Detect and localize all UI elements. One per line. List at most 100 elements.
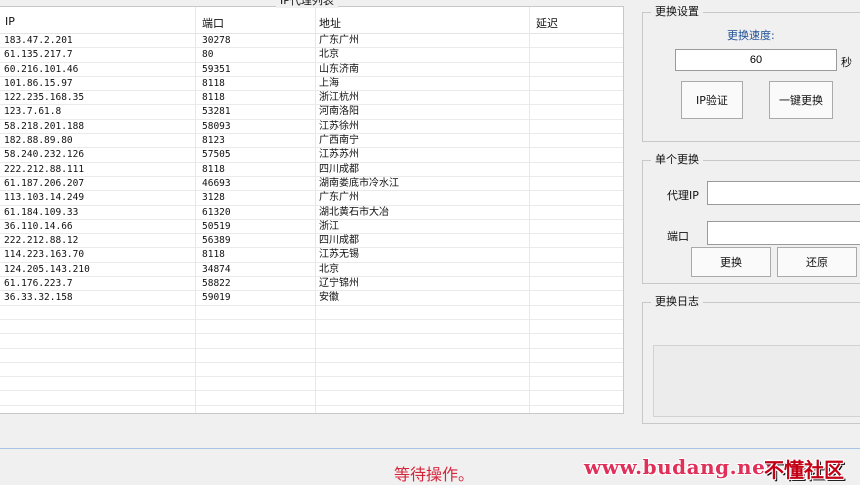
table-row[interactable]: 36.110.14.66 50519 浙江 <box>0 220 623 235</box>
port-cell: 80 <box>202 49 214 61</box>
empty-row <box>0 320 623 335</box>
address-cell: 辽宁锦州 <box>319 278 359 290</box>
address-cell: 广东广州 <box>319 35 359 46</box>
empty-row <box>0 349 623 363</box>
table-row[interactable]: 182.88.89.80 8123 广西南宁 <box>0 134 623 149</box>
ip-cell: 183.47.2.201 <box>4 35 73 46</box>
table-row[interactable]: 122.235.168.35 8118 浙江杭州 <box>0 91 623 106</box>
switch-button[interactable]: 更换 <box>691 247 771 277</box>
ip-cell: 182.88.89.80 <box>4 135 73 147</box>
table-row[interactable]: 58.240.232.126 57505 江苏苏州 <box>0 148 623 163</box>
table-row[interactable]: 58.218.201.188 58093 江苏徐州 <box>0 120 623 135</box>
address-cell: 江苏徐州 <box>319 120 359 132</box>
address-cell: 四川成都 <box>319 163 359 175</box>
port-cell: 34874 <box>202 263 231 275</box>
address-cell: 江苏苏州 <box>319 149 359 161</box>
port-label: 端口 <box>667 230 689 243</box>
status-bar: 等待操作。 www.budang.net 不懂社区 <box>0 448 860 485</box>
port-cell: 3128 <box>202 192 225 204</box>
port-cell: 8118 <box>202 92 225 104</box>
table-row[interactable]: 222.212.88.111 8118 四川成都 <box>0 163 623 177</box>
ip-cell: 36.110.14.66 <box>4 220 73 232</box>
empty-row <box>0 306 623 320</box>
restore-button[interactable]: 还原 <box>777 247 857 277</box>
watermark-site: www.budang.net <box>584 455 776 479</box>
ip-cell: 222.212.88.111 <box>4 163 85 175</box>
ip-cell: 123.7.61.8 <box>4 106 62 118</box>
speed-unit-label: 秒 <box>841 56 852 69</box>
single-switch-group: 单个更换 代理IP 端口 更换 还原 <box>642 153 860 284</box>
table-row[interactable]: 101.86.15.97 8118 上海 <box>0 77 623 92</box>
port-cell: 8118 <box>202 77 225 89</box>
ip-cell: 58.240.232.126 <box>4 149 85 161</box>
ip-cell: 124.205.143.210 <box>4 263 90 275</box>
column-header-ip[interactable]: IP <box>5 15 15 28</box>
address-cell: 湖南娄底市冷水江 <box>319 177 399 189</box>
switch-settings-group: 更换设置 更换速度: 秒 IP验证 一键更换 <box>642 5 860 142</box>
empty-row <box>0 363 623 378</box>
status-text: 等待操作。 <box>394 465 475 484</box>
table-row[interactable]: 60.216.101.46 59351 山东济南 <box>0 63 623 77</box>
watermark-brand: 不懂社区 <box>764 458 844 482</box>
address-cell: 湖北黄石市大冶 <box>319 206 389 218</box>
table-row[interactable]: 61.187.206.207 46693 湖南娄底市冷水江 <box>0 177 623 192</box>
ip-cell: 61.176.223.7 <box>4 278 73 290</box>
address-cell: 江苏无锡 <box>319 249 359 261</box>
ip-cell: 61.135.217.7 <box>4 49 73 61</box>
ip-cell: 114.223.163.70 <box>4 249 85 261</box>
table-row[interactable]: 61.135.217.7 80 北京 <box>0 48 623 63</box>
table-row[interactable]: 183.47.2.201 30278 广东广州 <box>0 34 623 49</box>
proxy-list-group: IP 端口 地址 延迟 183.47.2.201 30278 广东广州 61.135.… <box>0 0 630 416</box>
table-row[interactable]: 36.33.32.158 59019 安徽 <box>0 291 623 306</box>
proxy-list-view[interactable]: IP 端口 地址 延迟 183.47.2.201 30278 广东广州 61.135.… <box>0 6 624 414</box>
table-row[interactable]: 113.103.14.249 3128 广东广州 <box>0 191 623 206</box>
address-cell: 广东广州 <box>319 192 359 204</box>
column-header-port[interactable]: 端口 <box>202 15 224 31</box>
switch-settings-title: 更换设置 <box>651 5 703 19</box>
ip-cell: 36.33.32.158 <box>4 292 73 304</box>
empty-row <box>0 377 623 392</box>
speed-input[interactable] <box>675 49 837 71</box>
column-header-delay[interactable]: 延迟 <box>536 15 558 31</box>
port-cell: 58822 <box>202 278 231 290</box>
ip-cell: 61.187.206.207 <box>4 177 85 189</box>
ip-cell: 61.184.109.33 <box>4 206 79 218</box>
port-cell: 30278 <box>202 35 231 46</box>
port-cell: 8118 <box>202 163 225 175</box>
empty-row <box>0 391 623 406</box>
port-cell: 61320 <box>202 206 231 218</box>
port-cell: 56389 <box>202 235 231 247</box>
port-input[interactable] <box>707 221 860 245</box>
ip-verify-button[interactable]: IP验证 <box>681 81 743 119</box>
table-row[interactable]: 124.205.143.210 34874 北京 <box>0 263 623 278</box>
address-cell: 上海 <box>319 77 339 89</box>
address-cell: 河南洛阳 <box>319 106 359 118</box>
port-cell: 59019 <box>202 292 231 304</box>
table-row[interactable]: 61.184.109.33 61320 湖北黄石市大冶 <box>0 206 623 220</box>
ip-cell: 101.86.15.97 <box>4 77 73 89</box>
log-text-area[interactable] <box>653 345 860 417</box>
table-row[interactable]: 61.176.223.7 58822 辽宁锦州 <box>0 277 623 292</box>
address-cell: 浙江杭州 <box>319 92 359 104</box>
column-header-address[interactable]: 地址 <box>319 15 341 31</box>
port-cell: 53281 <box>202 106 231 118</box>
port-cell: 8118 <box>202 249 225 261</box>
ip-cell: 122.235.168.35 <box>4 92 85 104</box>
one-click-switch-button[interactable]: 一键更换 <box>769 81 833 119</box>
address-cell: 北京 <box>319 263 339 275</box>
proxy-ip-label: 代理IP <box>667 189 699 202</box>
proxy-list-title: IP代理列表 <box>276 0 338 8</box>
address-cell: 安徽 <box>319 292 339 304</box>
table-row[interactable]: 114.223.163.70 8118 江苏无锡 <box>0 248 623 263</box>
table-row[interactable]: 123.7.61.8 53281 河南洛阳 <box>0 105 623 120</box>
ip-cell: 58.218.201.188 <box>4 120 85 132</box>
empty-row <box>0 334 623 349</box>
single-switch-title: 单个更换 <box>651 153 703 167</box>
table-row[interactable]: 222.212.88.12 56389 四川成都 <box>0 234 623 249</box>
switch-log-title: 更换日志 <box>651 295 703 309</box>
address-cell: 四川成都 <box>319 235 359 247</box>
ip-cell: 222.212.88.12 <box>4 235 79 247</box>
proxy-ip-input[interactable] <box>707 181 860 205</box>
proxy-rows: 183.47.2.201 30278 广东广州 61.135.217.7 80 北京 60.… <box>0 34 623 406</box>
port-cell: 46693 <box>202 177 231 189</box>
